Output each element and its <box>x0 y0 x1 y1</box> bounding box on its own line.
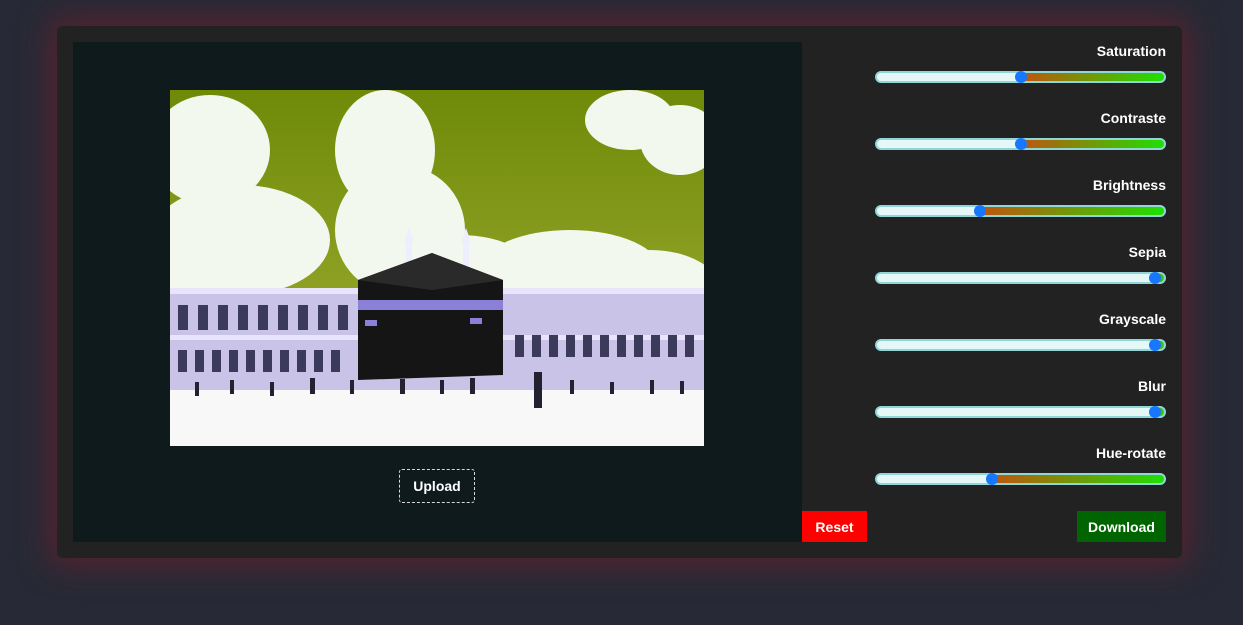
hue-rotate-slider[interactable] <box>875 473 1166 485</box>
slider-label-grayscale: Grayscale <box>1099 311 1166 327</box>
slider-group-saturation: Saturation <box>875 42 1166 83</box>
slider-group-hue-rotate: Hue-rotate <box>875 444 1166 485</box>
grayscale-slider[interactable] <box>875 339 1166 351</box>
slider-thumb[interactable] <box>1149 272 1162 284</box>
slider-group-blur: Blur <box>875 377 1166 418</box>
slider-label-blur: Blur <box>1138 378 1166 394</box>
contrast-slider[interactable] <box>875 138 1166 150</box>
slider-group-brightness: Brightness <box>875 176 1166 217</box>
slider-thumb[interactable] <box>974 205 987 217</box>
slider-thumb[interactable] <box>985 473 998 485</box>
download-button[interactable]: Download <box>1077 511 1166 542</box>
image-editor-card: Upload Saturation Contraste Brightness S… <box>57 26 1182 558</box>
preview-panel: Upload <box>73 42 802 542</box>
slider-group-sepia: Sepia <box>875 243 1166 284</box>
slider-label-brightness: Brightness <box>1092 177 1166 193</box>
slider-label-hue-rotate: Hue-rotate <box>1095 445 1166 461</box>
blur-slider[interactable] <box>875 406 1166 418</box>
brightness-slider[interactable] <box>875 205 1166 217</box>
slider-thumb[interactable] <box>1014 71 1027 83</box>
sepia-slider[interactable] <box>875 272 1166 284</box>
slider-group-contrast: Contraste <box>875 109 1166 150</box>
slider-label-sepia: Sepia <box>1128 244 1166 260</box>
slider-thumb[interactable] <box>1014 138 1027 150</box>
preview-image <box>170 90 704 446</box>
slider-label-contrast: Contraste <box>1100 110 1166 126</box>
reset-button[interactable]: Reset <box>802 511 867 542</box>
slider-thumb[interactable] <box>1149 339 1162 351</box>
slider-thumb[interactable] <box>1149 406 1162 418</box>
slider-group-grayscale: Grayscale <box>875 310 1166 351</box>
slider-label-saturation: Saturation <box>1096 43 1166 59</box>
upload-button[interactable]: Upload <box>399 469 475 503</box>
saturation-slider[interactable] <box>875 71 1166 83</box>
